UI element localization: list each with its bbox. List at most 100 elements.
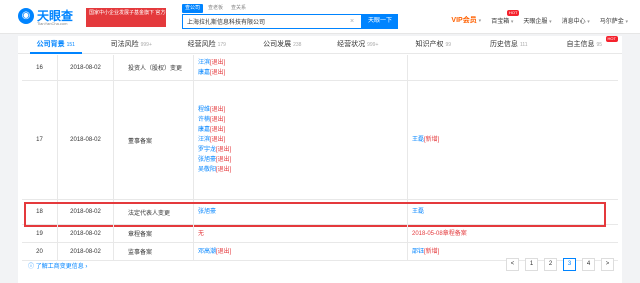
gov-badge: 国家中小企业发展子基金旗下 官方备案企业征信机构: [86, 8, 166, 27]
tab-business-status[interactable]: 经营状况 999+: [320, 36, 396, 53]
person-entry: 康嘉[退出]: [198, 125, 225, 135]
page-button[interactable]: 4: [582, 258, 595, 271]
before-text: 无: [198, 230, 205, 237]
person-entry: 王磊[新增]: [412, 135, 439, 145]
row-before: 无: [194, 225, 408, 242]
info-icon: ⓘ: [28, 264, 35, 270]
search-tab-boss[interactable]: 查老板: [205, 4, 226, 13]
person-link[interactable]: 邵钰: [412, 249, 424, 255]
table-row: 17 2018-08-02 董事备案 程维[退出] 许楠[退出] 康嘉[退出] …: [22, 81, 618, 200]
person-link[interactable]: 张旭豪: [198, 157, 216, 163]
row-index: 19: [22, 225, 58, 242]
row-item: 章程备案: [114, 225, 194, 242]
hot-badge: HOT: [605, 36, 618, 42]
logo-url: TianYanCha.com: [37, 21, 68, 26]
person-link[interactable]: 王磊: [412, 209, 424, 215]
person-link[interactable]: 吴敬阳: [198, 167, 216, 173]
nav-baibao-label: 百宝箱: [491, 18, 510, 25]
tab-count: 999+: [367, 42, 379, 48]
row-before: 汪滨[退出] 康嘉[退出]: [194, 55, 408, 80]
search-tab-company[interactable]: 查公司: [182, 4, 204, 13]
chevron-down-icon: ▾: [510, 18, 514, 25]
site-logo[interactable]: ◉ 天眼查 TianYanCha.com: [18, 7, 80, 27]
person-link[interactable]: 许楠: [198, 117, 210, 123]
tab-history[interactable]: 历史信息 111: [471, 36, 547, 53]
exit-tag: [退出]: [210, 70, 226, 76]
search-input[interactable]: [187, 15, 347, 28]
nav-enterprise[interactable]: 天眼企服 ▾: [523, 16, 551, 25]
person-link[interactable]: 程维: [198, 107, 210, 113]
row-index: 18: [22, 200, 58, 224]
person-link[interactable]: 康嘉: [198, 70, 210, 76]
row-date: 2018-08-02: [58, 81, 114, 199]
row-after: 王磊[新增]: [408, 81, 618, 199]
search-button[interactable]: 天眼一下: [362, 14, 398, 29]
person-link[interactable]: 张旭豪: [198, 209, 216, 215]
page-button-active[interactable]: 3: [563, 258, 576, 271]
tab-ip[interactable]: 知识产权 99: [396, 36, 472, 53]
page-button[interactable]: 2: [544, 258, 557, 271]
nav-vip[interactable]: VIP会员 ▾: [451, 15, 481, 25]
prev-page-button[interactable]: <: [506, 258, 519, 271]
row-index: 16: [22, 55, 58, 80]
person-link[interactable]: 罗宇龙: [198, 147, 216, 153]
tab-label: 历史信息: [489, 41, 518, 48]
person-link[interactable]: 王磊: [412, 137, 424, 143]
tab-operation-risk[interactable]: 经营风险 179: [169, 36, 245, 53]
tab-development[interactable]: 公司发展 238: [245, 36, 321, 53]
person-entry: 邵钰[新增]: [412, 247, 439, 257]
nav-messages[interactable]: 消息中心 ▾: [562, 16, 590, 25]
tab-label: 经营状况: [337, 41, 366, 48]
row-after: 2018-05-08章程备案: [408, 225, 618, 242]
person-entry: 邓高潮[退出]: [198, 247, 231, 257]
tab-label: 知识产权: [415, 41, 444, 48]
hot-badge: HOT: [506, 9, 520, 16]
row-index: 17: [22, 81, 58, 199]
person-entry: 罗宇龙[退出]: [198, 145, 231, 155]
tab-self-info[interactable]: 自主信息 95 HOT: [547, 36, 623, 53]
tab-count: 179: [217, 42, 226, 48]
learn-more-label: 了解工商变更信息: [35, 264, 84, 270]
top-nav: VIP会员 ▾ 百宝箱 ▾ HOT 天眼企服 ▾ 消息中心 ▾ 马尔萨金 ▾: [451, 9, 628, 26]
nav-vip-label: VIP会员: [451, 17, 477, 24]
tab-label: 自主信息: [566, 41, 595, 48]
tab-company-background[interactable]: 公司背景 151: [18, 36, 94, 54]
learn-more-link[interactable]: ⓘ 了解工商变更信息 ›: [28, 261, 87, 270]
main-card: 公司背景 151 司法风险 999+ 经营风险 179 公司发展 238 经营状况 999…: [18, 36, 622, 283]
chevron-down-icon: ▾: [625, 18, 628, 25]
exit-tag: [退出]: [216, 157, 232, 163]
new-tag: [新增]: [424, 137, 440, 143]
search-type-tabs: 查公司 查老板 查关系: [182, 4, 249, 13]
tab-count: 99: [445, 42, 452, 48]
person-entry: 汪滨[退出]: [198, 135, 225, 145]
new-tag: [新增]: [424, 248, 440, 255]
nav-user[interactable]: 马尔萨金 ▾: [600, 16, 628, 25]
person-link[interactable]: 汪滨: [198, 60, 210, 66]
exit-tag: [退出]: [210, 60, 226, 66]
person-link[interactable]: 康嘉: [198, 127, 210, 133]
top-header: ◉ 天眼查 TianYanCha.com 国家中小企业发展子基金旗下 官方备案企…: [0, 0, 640, 34]
page-button[interactable]: 1: [525, 258, 538, 271]
arrow-right-icon: ›: [85, 264, 88, 270]
person-entry: 程维[退出]: [198, 105, 225, 115]
row-date: 2018-08-02: [58, 55, 114, 80]
person-entry: 张旭豪[退出]: [198, 155, 231, 165]
person-entry: 许楠[退出]: [198, 115, 225, 125]
nav-baibao[interactable]: 百宝箱 ▾ HOT: [491, 9, 520, 25]
row-item: 董事备案: [114, 81, 194, 199]
row-item: 监事备案: [114, 243, 194, 260]
table-row: 18 2018-08-02 法定代表人变更 张旭豪 王磊: [22, 200, 618, 225]
row-item: 法定代表人变更: [114, 200, 194, 224]
row-date: 2018-08-02: [58, 243, 114, 260]
next-page-button[interactable]: >: [601, 258, 614, 271]
person-link[interactable]: 汪滨: [198, 137, 210, 143]
tab-legal-risk[interactable]: 司法风险 999+: [94, 36, 170, 53]
row-after: 王磊: [408, 200, 618, 224]
search-tab-relation[interactable]: 查关系: [228, 4, 249, 13]
after-text: 2018-05-08章程备案: [412, 230, 467, 237]
row-after: [408, 55, 618, 80]
person-link[interactable]: 邓高潮: [198, 249, 216, 255]
clear-icon[interactable]: ×: [350, 15, 354, 28]
tab-count: 238: [293, 42, 302, 48]
row-date: 2018-08-02: [58, 225, 114, 242]
